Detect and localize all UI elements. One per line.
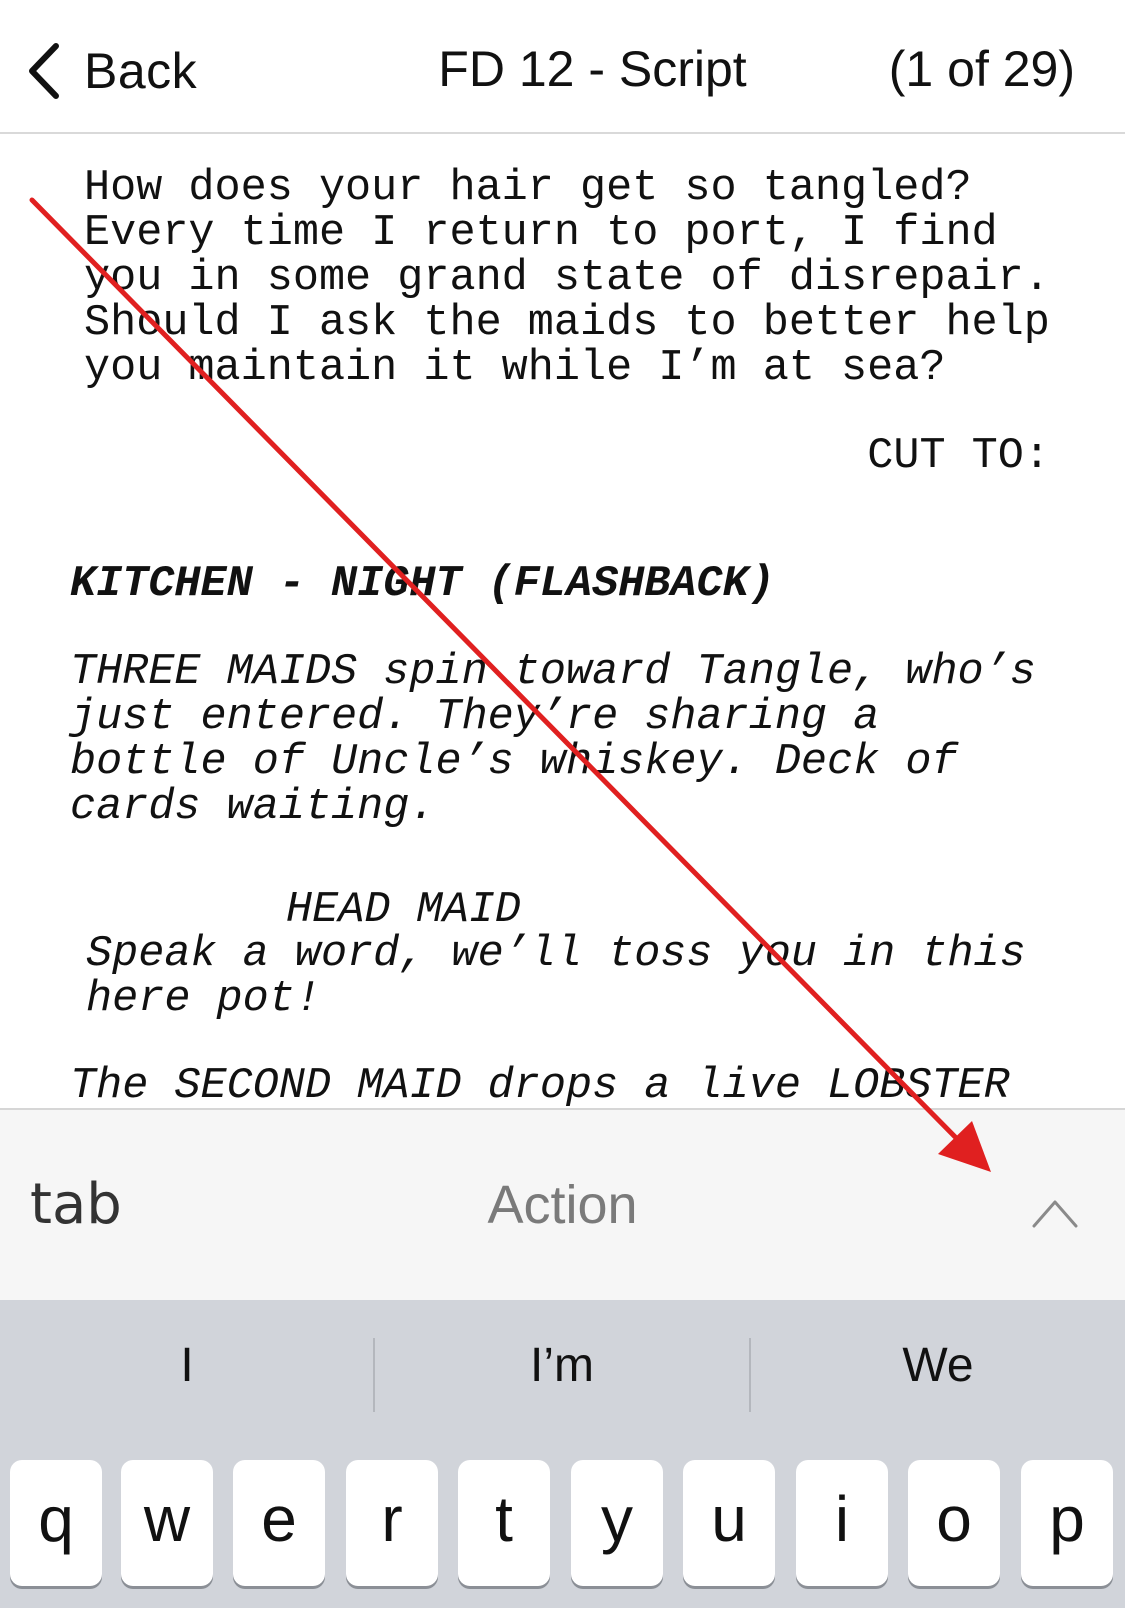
key-y[interactable]: y (571, 1460, 663, 1586)
key-o[interactable]: o (908, 1460, 1000, 1586)
suggestion-item[interactable]: We (751, 1338, 1125, 1393)
key-q[interactable]: q (10, 1460, 102, 1586)
key-r[interactable]: r (346, 1460, 438, 1586)
character-name[interactable]: HEAD MAID (286, 888, 521, 933)
page-counter: (1 of 29) (888, 41, 1075, 97)
predictive-suggestions: I I’m We (0, 1300, 1125, 1450)
chevron-up-icon[interactable] (1030, 1196, 1080, 1230)
navigation-bar: Back FD 12 - Script (1 of 29) (0, 0, 1125, 134)
action-block[interactable]: The SECOND MAID drops a live LOBSTER (70, 1064, 1010, 1108)
dialogue-block[interactable]: Speak a word, we’ll toss you in this her… (86, 932, 1026, 1022)
key-u[interactable]: u (683, 1460, 775, 1586)
key-w[interactable]: w (121, 1460, 213, 1586)
dialogue-block[interactable]: How does your hair get so tangled? Every… (84, 166, 1050, 391)
transition-line[interactable]: CUT TO: (867, 434, 1050, 479)
key-i[interactable]: i (796, 1460, 888, 1586)
key-t[interactable]: t (458, 1460, 550, 1586)
scene-heading[interactable]: KITCHEN - NIGHT (FLASHBACK) (70, 562, 775, 607)
keyboard: I I’m We q w e r t y u i o p (0, 1300, 1125, 1608)
suggestion-item[interactable]: I (0, 1338, 374, 1393)
element-type-bar: tab Action (0, 1108, 1125, 1300)
action-block[interactable]: THREE MAIDS spin toward Tangle, who’s ju… (70, 650, 1036, 830)
keyboard-row: q w e r t y u i o p (0, 1460, 1125, 1610)
key-e[interactable]: e (233, 1460, 325, 1586)
suggestion-item[interactable]: I’m (375, 1338, 749, 1393)
element-type-selector[interactable]: Action (0, 1174, 1125, 1236)
script-editor[interactable]: How does your hair get so tangled? Every… (0, 134, 1125, 1108)
key-p[interactable]: p (1021, 1460, 1113, 1586)
